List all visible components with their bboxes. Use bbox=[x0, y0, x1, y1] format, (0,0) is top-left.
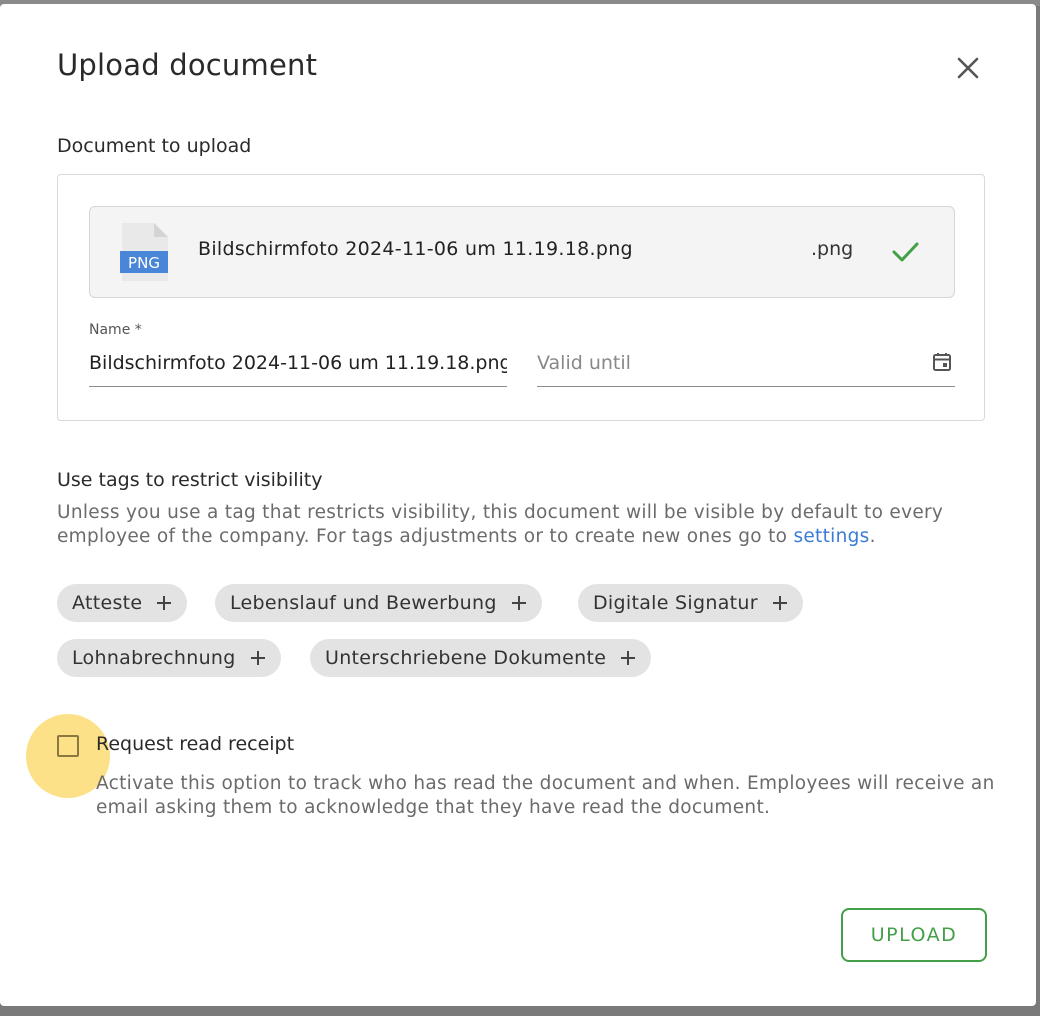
name-field-label: Name * bbox=[89, 322, 142, 338]
name-field[interactable]: Bildschirmfoto 2024-11-06 um 11.19.18.pn… bbox=[89, 347, 507, 387]
tag-lohnabrechnung[interactable]: Lohnabrechnung bbox=[57, 639, 281, 677]
settings-link[interactable]: settings bbox=[793, 526, 869, 547]
close-icon bbox=[957, 57, 979, 79]
tags-section-description: Unless you use a tag that restricts visi… bbox=[57, 501, 987, 549]
plus-icon bbox=[772, 596, 787, 610]
check-icon bbox=[890, 237, 920, 267]
file-extension: .png bbox=[811, 238, 854, 260]
plus-icon bbox=[621, 651, 636, 665]
document-upload-box: PNG Bildschirmfoto 2024-11-06 um 11.19.1… bbox=[57, 174, 985, 421]
tag-label: Lebenslauf und Bewerbung bbox=[230, 592, 497, 614]
upload-document-dialog: Upload document Document to upload PNG B… bbox=[0, 4, 1036, 1006]
tag-label: Unterschriebene Dokumente bbox=[325, 647, 607, 669]
uploaded-file-card: PNG Bildschirmfoto 2024-11-06 um 11.19.1… bbox=[89, 206, 955, 298]
tags-section-title: Use tags to restrict visibility bbox=[57, 469, 323, 491]
tag-label: Atteste bbox=[72, 592, 143, 614]
calendar-icon[interactable] bbox=[931, 351, 953, 373]
file-name: Bildschirmfoto 2024-11-06 um 11.19.18.pn… bbox=[198, 238, 633, 260]
dialog-title: Upload document bbox=[57, 48, 318, 82]
tag-unterschriebene-dokumente[interactable]: Unterschriebene Dokumente bbox=[310, 639, 652, 677]
tag-digitale-signatur[interactable]: Digitale Signatur bbox=[578, 584, 803, 622]
png-badge-text: PNG bbox=[128, 254, 160, 272]
tag-label: Digitale Signatur bbox=[593, 592, 758, 614]
upload-button[interactable]: UPLOAD bbox=[841, 908, 987, 962]
close-button[interactable] bbox=[952, 52, 984, 84]
name-field-value: Bildschirmfoto 2024-11-06 um 11.19.18.pn… bbox=[89, 352, 507, 374]
valid-until-placeholder: Valid until bbox=[537, 352, 631, 374]
plus-icon bbox=[250, 651, 265, 665]
read-receipt-description: Activate this option to track who has re… bbox=[96, 773, 995, 818]
tag-lebenslauf-und-bewerbung[interactable]: Lebenslauf und Bewerbung bbox=[215, 584, 542, 622]
tag-atteste[interactable]: Atteste bbox=[57, 584, 188, 622]
read-receipt-label[interactable]: Request read receipt bbox=[96, 733, 294, 755]
document-section-label: Document to upload bbox=[57, 135, 252, 157]
plus-icon bbox=[157, 596, 172, 610]
read-receipt-checkbox[interactable] bbox=[57, 735, 79, 757]
png-file-icon: PNG bbox=[120, 223, 168, 281]
tags-description-end: . bbox=[869, 526, 876, 547]
tag-label: Lohnabrechnung bbox=[72, 647, 236, 669]
valid-until-field[interactable]: Valid until bbox=[537, 347, 955, 387]
plus-icon bbox=[511, 596, 526, 610]
